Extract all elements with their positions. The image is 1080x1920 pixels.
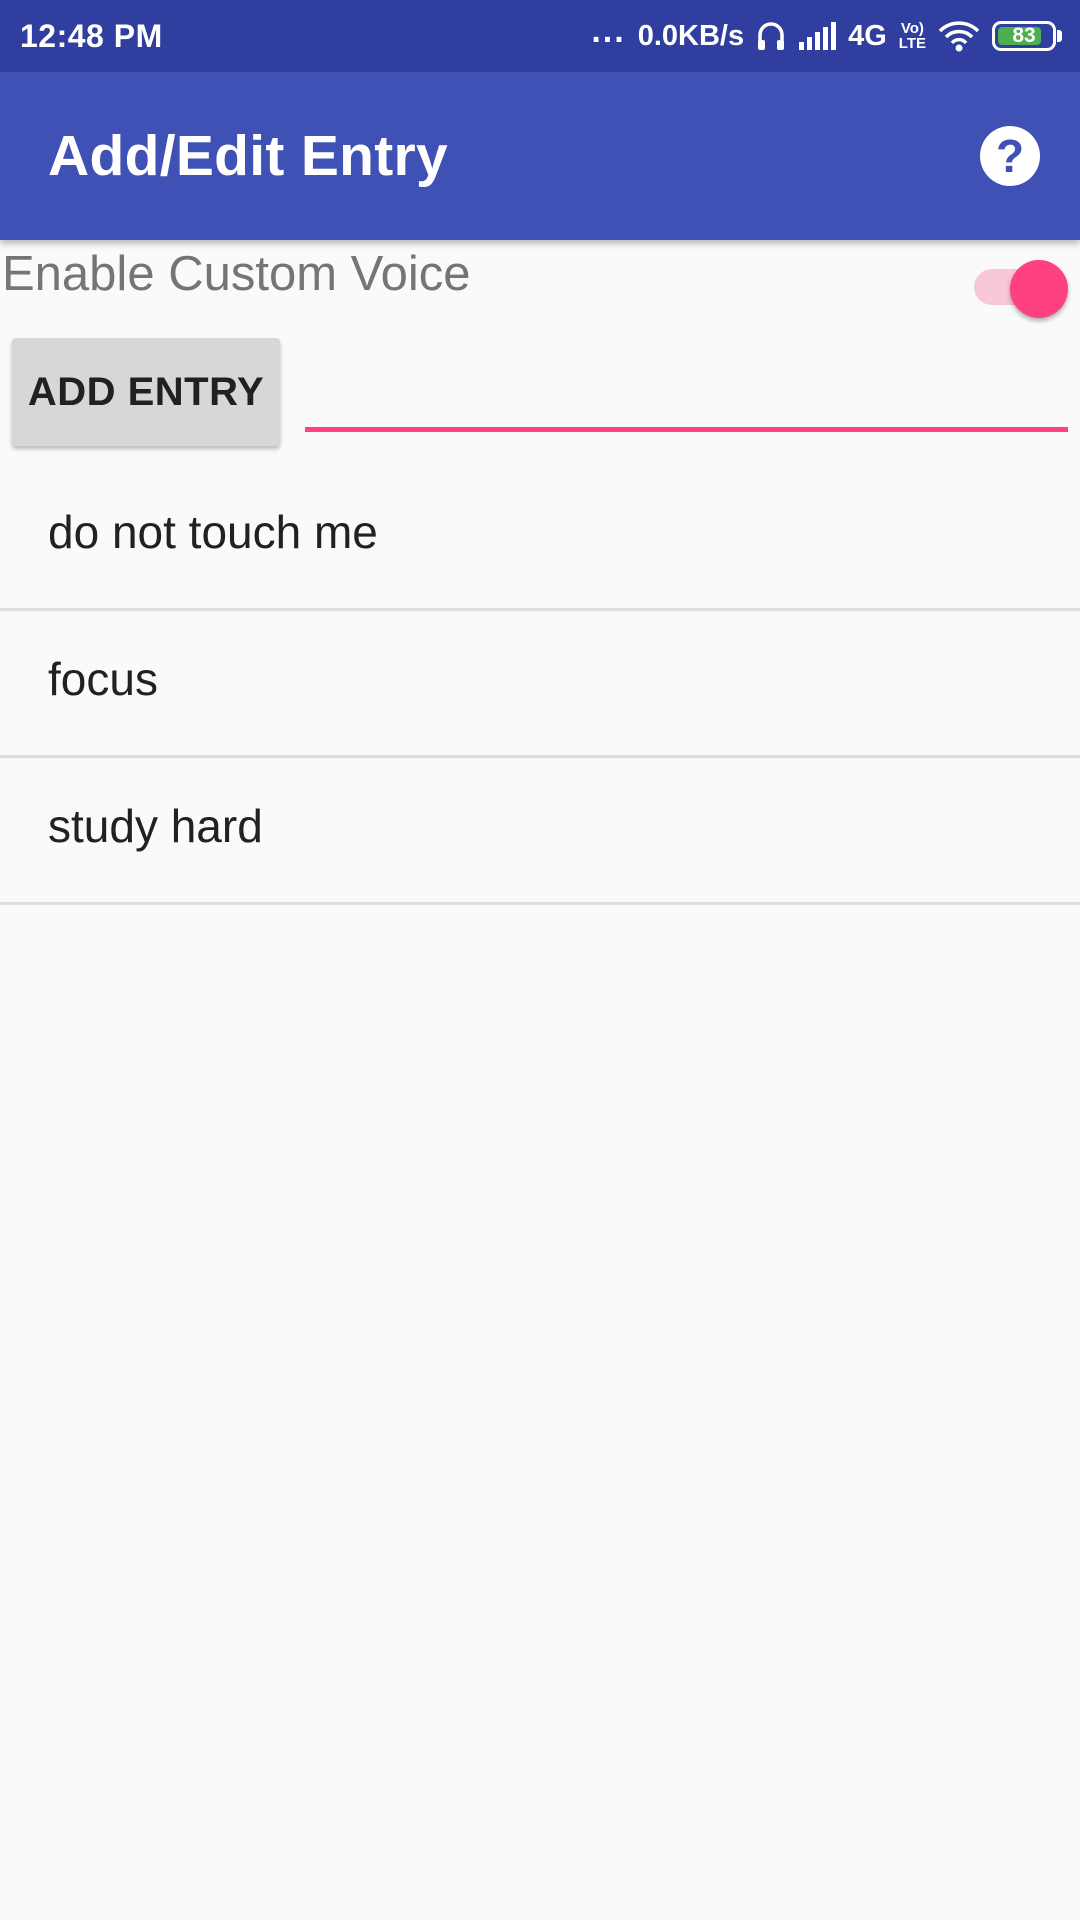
custom-voice-label: Enable Custom Voice bbox=[2, 247, 471, 301]
signal-icon bbox=[798, 22, 837, 50]
page-title: Add/Edit Entry bbox=[48, 124, 449, 188]
list-item-text: study hard bbox=[48, 800, 263, 852]
headphones-icon bbox=[756, 20, 786, 52]
help-button[interactable]: ? bbox=[980, 126, 1040, 186]
status-icons: ... 0.0KB/s 4G Vo) LTE 83 bbox=[591, 12, 1062, 53]
volte-top: Vo) bbox=[900, 20, 924, 37]
list-item[interactable]: study hard bbox=[0, 758, 1080, 905]
switch-thumb bbox=[1010, 260, 1068, 318]
notification-dots-icon: ... bbox=[591, 11, 626, 50]
wifi-icon bbox=[938, 20, 980, 52]
battery-tip bbox=[1057, 30, 1062, 42]
list-item[interactable]: do not touch me bbox=[0, 464, 1080, 611]
list-item-text: focus bbox=[48, 653, 158, 705]
add-entry-row: ADD ENTRY bbox=[0, 338, 1080, 450]
battery-icon: 83 bbox=[992, 21, 1062, 51]
status-time: 12:48 PM bbox=[20, 17, 163, 54]
list-item-text: do not touch me bbox=[48, 506, 378, 558]
volte-bottom: LTE bbox=[898, 35, 926, 52]
list-item[interactable]: focus bbox=[0, 611, 1080, 758]
entry-list: do not touch me focus study hard bbox=[0, 464, 1080, 905]
custom-voice-row: Enable Custom Voice bbox=[0, 240, 1080, 318]
battery-level: 83 bbox=[1012, 24, 1036, 47]
help-icon: ? bbox=[995, 130, 1025, 182]
net-speed: 0.0KB/s bbox=[637, 19, 745, 52]
status-bar: 12:48 PM ... 0.0KB/s 4G Vo) LTE 83 bbox=[0, 0, 1080, 72]
custom-voice-switch[interactable] bbox=[974, 260, 1068, 318]
app-bar: Add/Edit Entry ? bbox=[0, 72, 1080, 240]
entry-input[interactable] bbox=[305, 358, 1068, 432]
battery-body: 83 bbox=[992, 21, 1056, 51]
network-type: 4G bbox=[848, 19, 887, 52]
volte-icon: Vo) LTE bbox=[899, 21, 926, 51]
add-entry-button[interactable]: ADD ENTRY bbox=[12, 338, 280, 446]
